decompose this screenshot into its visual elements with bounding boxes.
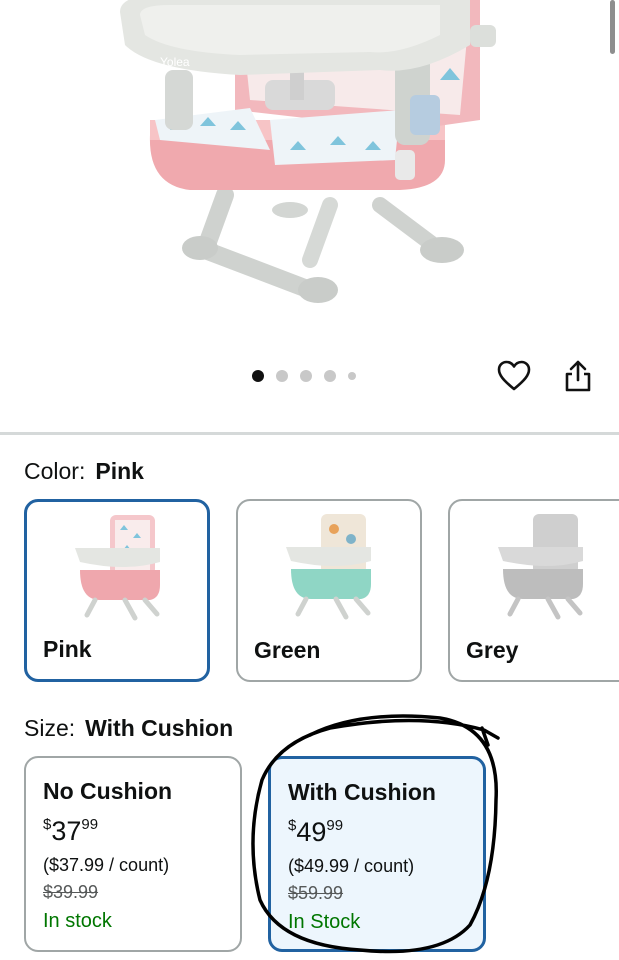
color-option-label: Pink	[43, 636, 92, 662]
carousel-dot[interactable]	[252, 370, 264, 382]
wishlist-heart-icon[interactable]	[496, 358, 532, 394]
unit-price: ($37.99 / count)	[43, 855, 170, 875]
size-label: Size:	[24, 715, 76, 741]
size-option-with-cushion[interactable]: With Cushion $4999 ($49.99 / count) $59.…	[268, 756, 486, 952]
color-selected-value: Pink	[95, 458, 144, 484]
color-label: Color:	[24, 458, 86, 484]
color-option-label: Green	[254, 637, 321, 663]
grey-seat-thumbnail	[498, 514, 583, 620]
booster-seat-illustration: Yolea	[120, 0, 496, 303]
list-price: $59.99	[288, 883, 344, 903]
availability: In stock	[43, 910, 112, 932]
carousel-dot[interactable]	[348, 372, 356, 380]
color-option-green[interactable]: Green	[236, 499, 422, 682]
scrollbar[interactable]	[610, 0, 615, 54]
color-option-pink[interactable]: Pink	[24, 499, 210, 682]
price: $3799	[43, 816, 99, 846]
carousel-dot[interactable]	[324, 370, 336, 382]
carousel-dot[interactable]	[300, 370, 312, 382]
carousel-dot[interactable]	[276, 370, 288, 382]
color-label-row: Color: Pink	[24, 456, 144, 486]
size-option-no-cushion[interactable]: No Cushion $3799 ($37.99 / count) $39.99…	[24, 756, 242, 952]
size-selected-value: With Cushion	[85, 715, 234, 741]
list-price: $39.99	[43, 882, 99, 902]
size-label-row: Size: With Cushion	[24, 713, 233, 743]
size-option-title: No Cushion	[43, 778, 173, 804]
unit-price: ($49.99 / count)	[288, 856, 415, 876]
price: $4999	[288, 817, 344, 847]
brand-logo: Yolea	[160, 55, 190, 69]
green-seat-thumbnail	[286, 514, 371, 620]
section-divider	[0, 432, 619, 435]
pink-seat-thumbnail	[75, 515, 160, 621]
availability: In Stock	[288, 911, 361, 933]
size-option-title: With Cushion	[288, 779, 436, 805]
color-option-grey[interactable]: Grey	[448, 499, 619, 682]
product-image[interactable]: Yolea	[0, 0, 619, 430]
color-option-label: Grey	[466, 637, 519, 663]
share-icon[interactable]	[560, 358, 596, 394]
carousel-dots[interactable]	[252, 370, 356, 382]
